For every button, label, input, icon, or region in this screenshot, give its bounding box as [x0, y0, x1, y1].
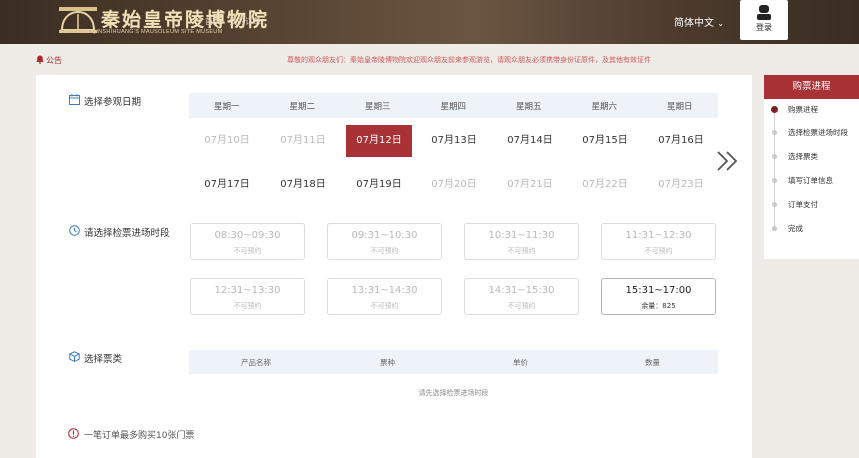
- time-slot-range: 11:31~12:30: [625, 230, 692, 241]
- progress-step-dot: [772, 178, 777, 183]
- progress-step-dot: [772, 130, 777, 135]
- weekday-label: 星期四: [440, 102, 466, 112]
- time-slot-range: 12:31~13:30: [214, 285, 281, 296]
- time-slot-range: 15:31~17:00: [625, 285, 692, 296]
- time-slot-range: 09:31~10:30: [351, 230, 418, 241]
- time-slot-status: 不可预约: [370, 247, 399, 255]
- date-cell[interactable]: 07月11日: [270, 125, 336, 157]
- progress-step: 选择票类: [788, 152, 818, 161]
- time-slot[interactable]: 14:31~15:30 不可预约: [464, 278, 579, 315]
- nav-tab-my-orders[interactable]: 我的订单: [229, 16, 261, 27]
- column-header: 产品名称: [241, 358, 271, 367]
- date-cell[interactable]: 07月20日: [421, 169, 487, 201]
- time-slot-available[interactable]: 15:31~17:00 余量：825: [601, 278, 716, 315]
- ticket-table-header: 产品名称 票种 单价 数量: [189, 350, 718, 374]
- time-section-title: 请选择检票进场时段: [84, 228, 170, 239]
- ticket-box-icon: [69, 351, 80, 362]
- chevron-down-icon: ⌄: [717, 19, 724, 28]
- info-icon: [68, 428, 79, 439]
- progress-step-dot-active: [771, 106, 778, 113]
- ticket-table-empty-message: 请先选择检票进场时段: [418, 389, 489, 397]
- time-slot-status: 不可预约: [370, 302, 399, 310]
- weekday-header: 星期一 星期二 星期三 星期四 星期五 星期六 星期日: [189, 93, 718, 118]
- time-slot-status: 不可预约: [644, 247, 673, 255]
- date-cell[interactable]: 07月18日: [270, 169, 336, 201]
- calendar-icon: [69, 94, 80, 105]
- weekday-label: 星期二: [289, 102, 315, 112]
- date-cell[interactable]: 07月15日: [572, 125, 638, 157]
- time-slot[interactable]: 10:31~11:30 不可预约: [464, 223, 579, 260]
- date-cell[interactable]: 07月13日: [421, 125, 487, 157]
- column-header: 单价: [513, 358, 528, 367]
- progress-step-dot: [772, 154, 777, 159]
- weekday-label: 星期六: [591, 102, 617, 112]
- login-label: 登录: [756, 23, 772, 32]
- date-cell[interactable]: 07月21日: [497, 169, 563, 201]
- notice-marquee: 尊敬的观众朋友们：秦始皇帝陵博物院欢迎观众朋友前来参观游览，请观众朋友必须携带身…: [287, 56, 651, 64]
- next-week-arrow-icon[interactable]: [716, 150, 740, 172]
- notice-label: 公告: [46, 56, 62, 65]
- time-slot-range: 14:31~15:30: [488, 285, 555, 296]
- progress-step-dot: [772, 226, 777, 231]
- user-icon: [757, 5, 771, 20]
- login-button[interactable]: 登录: [740, 0, 788, 40]
- progress-line: [774, 111, 775, 229]
- weekday-label: 星期五: [515, 102, 542, 112]
- time-slot[interactable]: 12:31~13:30 不可预约: [190, 278, 305, 315]
- date-cell[interactable]: 07月22日: [572, 169, 638, 201]
- column-header: 票种: [380, 358, 395, 367]
- nav-tab-home[interactable]: 首页: [205, 16, 221, 27]
- date-cell[interactable]: 07月16日: [648, 125, 714, 157]
- date-cell[interactable]: 07月19日: [346, 169, 412, 201]
- time-slot[interactable]: 08:30~09:30 不可预约: [190, 223, 305, 260]
- museum-subtitle: EMPEROR QINSHIHUANG'S MAUSOLEUM SITE MUS…: [60, 29, 223, 35]
- time-slot-status: 不可预约: [507, 247, 536, 255]
- language-label: 简体中文: [674, 18, 714, 29]
- purchase-progress-panel: 购票进程 购票进程 选择检票进场时段 选择票类 填写订单信息 订单支付 完成: [764, 75, 859, 259]
- progress-title: 购票进程: [764, 75, 859, 99]
- language-selector[interactable]: 简体中文 ⌄: [674, 14, 724, 29]
- time-slot-status: 不可预约: [507, 302, 536, 310]
- time-slot-remaining: 余量：825: [641, 302, 676, 310]
- column-header: 数量: [645, 358, 660, 367]
- time-slot-range: 13:31~14:30: [351, 285, 418, 296]
- date-cell[interactable]: 07月23日: [648, 169, 714, 201]
- time-slot[interactable]: 09:31~10:30 不可预约: [327, 223, 442, 260]
- site-header: 秦始皇帝陵博物院 EMPEROR QINSHIHUANG'S MAUSOLEUM…: [0, 0, 859, 44]
- time-slot[interactable]: 13:31~14:30 不可预约: [327, 278, 442, 315]
- ticket-section-title: 选择票类: [84, 354, 123, 365]
- clock-icon: [69, 225, 80, 236]
- date-cell[interactable]: 07月14日: [497, 125, 563, 157]
- date-cell[interactable]: 07月17日: [194, 169, 260, 201]
- date-cell-selected[interactable]: 07月12日: [346, 125, 412, 157]
- weekday-label: 星期一: [213, 102, 240, 112]
- time-slot-range: 10:31~11:30: [488, 230, 555, 241]
- date-section-title: 选择参观日期: [84, 97, 142, 108]
- progress-step: 购票进程: [788, 105, 818, 114]
- weekday-label: 星期三: [364, 102, 391, 112]
- time-slot-status: 不可预约: [233, 247, 262, 255]
- time-slot[interactable]: 11:31~12:30 不可预约: [601, 223, 716, 260]
- date-cell[interactable]: 07月10日: [194, 125, 260, 157]
- time-slot-range: 08:30~09:30: [214, 230, 281, 241]
- progress-step: 完成: [788, 224, 803, 233]
- progress-step: 订单支付: [788, 200, 818, 209]
- progress-step: 填写订单信息: [788, 176, 833, 185]
- bell-icon: [36, 55, 44, 64]
- time-slot-status: 不可预约: [233, 302, 262, 310]
- order-limit-note: 一笔订单最多购买10张门票: [84, 431, 195, 441]
- progress-step: 选择检票进场时段: [788, 128, 848, 137]
- weekday-label: 星期日: [666, 102, 693, 112]
- progress-step-dot: [772, 202, 777, 207]
